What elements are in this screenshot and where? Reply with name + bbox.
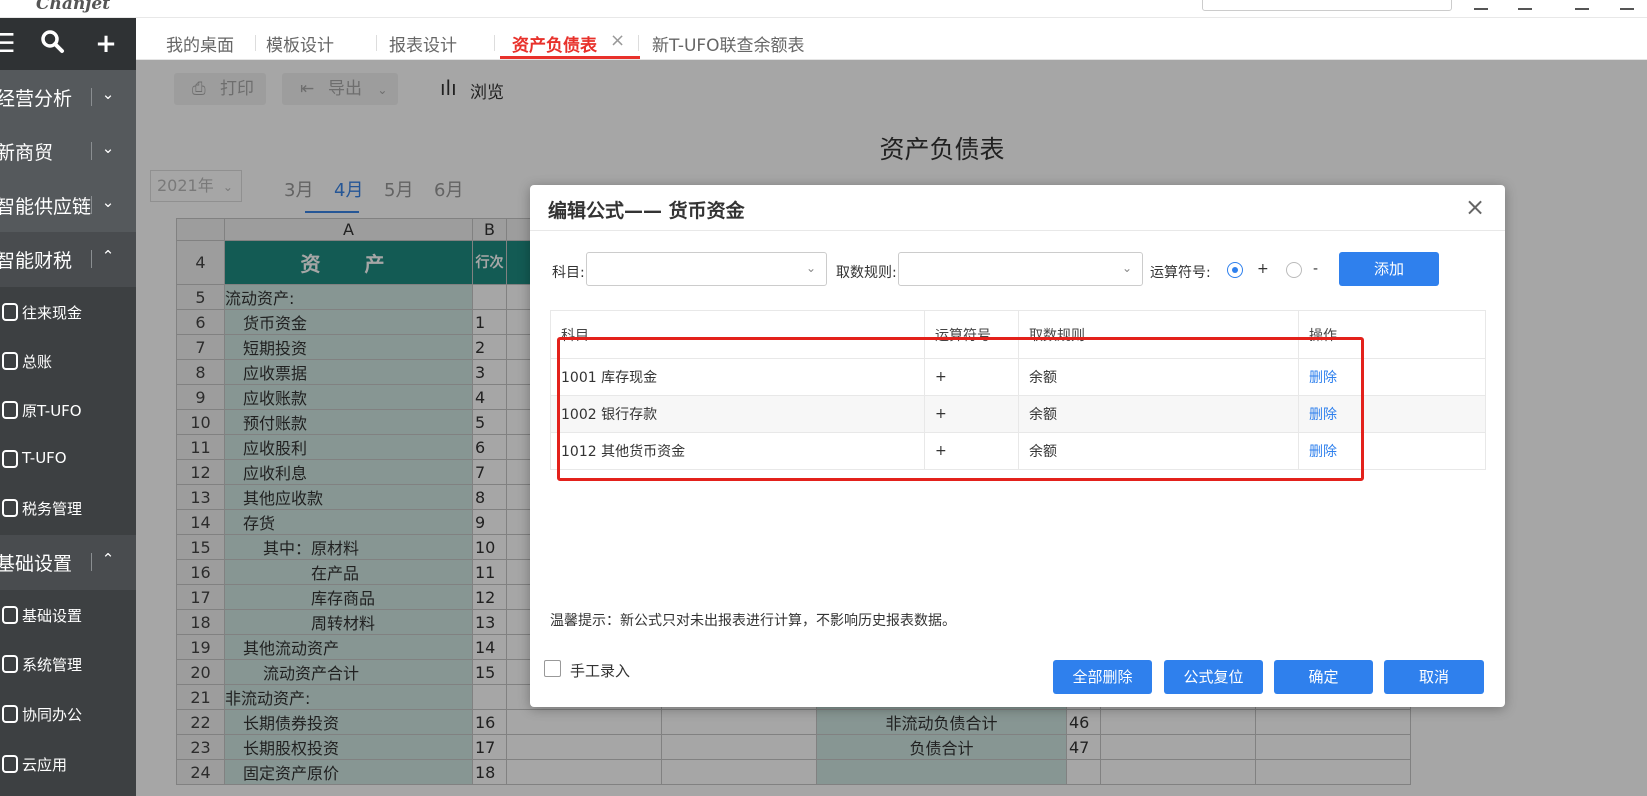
- separator: [255, 35, 256, 51]
- account-select[interactable]: ⌄: [586, 252, 827, 286]
- sidebar-item-system[interactable]: 系统管理: [0, 640, 136, 690]
- separator: [91, 196, 92, 214]
- global-search-input[interactable]: [1202, 0, 1452, 11]
- system-icon: [2, 655, 18, 673]
- account-label: 科目:: [552, 265, 585, 281]
- separator: [91, 142, 92, 160]
- reset-formula-button[interactable]: 公式复位: [1164, 660, 1263, 694]
- sidebar-item-tufo[interactable]: T-UFO: [0, 435, 136, 485]
- sidebar-item-ledger[interactable]: 总账: [0, 337, 136, 387]
- ok-button[interactable]: 确定: [1274, 660, 1373, 694]
- highlight-annotation-box: [557, 337, 1364, 481]
- sidebar-item-label: 协同办公: [22, 706, 83, 724]
- rule-label: 取数规则:: [836, 265, 897, 281]
- sidebar-group-supply-chain[interactable]: 智能供应链 ⌄: [0, 178, 136, 233]
- sidebar-group-basic-settings[interactable]: 基础设置 ⌃: [0, 535, 136, 590]
- tab-desktop[interactable]: 我的桌面: [166, 31, 234, 56]
- sidebar-item-basic-settings[interactable]: 基础设置: [0, 591, 136, 641]
- delete-all-button[interactable]: 全部删除: [1053, 660, 1152, 694]
- chevron-up-icon: ⌃: [101, 247, 115, 265]
- operator-plus-radio[interactable]: [1227, 262, 1243, 278]
- tab-tufo-balance[interactable]: 新T-UFO联查余额表: [652, 31, 805, 56]
- sidebar-item-label: 往来现金: [22, 304, 83, 322]
- operator-plus-label: +: [1257, 261, 1269, 277]
- separator: [91, 88, 92, 106]
- help-icon[interactable]: [1575, 0, 1589, 10]
- sidebar-item-tax[interactable]: 税务管理: [0, 484, 136, 534]
- sidebar-item-cloud[interactable]: 云应用: [0, 740, 136, 790]
- chevron-down-icon: ⌄: [101, 85, 115, 103]
- message-icon[interactable]: [1518, 0, 1532, 10]
- sidebar-group-label: 经营分析: [0, 88, 73, 110]
- separator: [376, 35, 377, 51]
- operator-minus-radio[interactable]: [1286, 262, 1302, 278]
- tab-balance-sheet[interactable]: 资产负债表: [512, 31, 597, 56]
- sidebar-group-business-analysis[interactable]: 经营分析 ⌄: [0, 70, 136, 125]
- chevron-up-icon: ⌃: [101, 550, 115, 568]
- sidebar-item-label: 税务管理: [22, 500, 83, 518]
- sidebar-item-cash[interactable]: 往来现金: [0, 288, 136, 338]
- search-icon[interactable]: [36, 28, 68, 60]
- brand-logo: Chanjet: [36, 0, 111, 14]
- office-icon: [2, 705, 18, 723]
- separator: [91, 553, 92, 571]
- manual-entry-label: 手工录入: [570, 662, 631, 680]
- sidebar-item-label: 总账: [22, 353, 53, 371]
- sidebar-group-label: 基础设置: [0, 553, 73, 575]
- operator-label: 运算符号:: [1150, 265, 1211, 281]
- sidebar-item-label: T-UFO: [22, 449, 67, 467]
- tab-close-icon[interactable]: ×: [610, 30, 625, 51]
- add-icon[interactable]: +: [90, 28, 122, 60]
- ledger-icon: [2, 352, 18, 370]
- dialog-header: 编辑公式—— 货币资金 ×: [530, 185, 1505, 231]
- chevron-down-icon: ⌄: [805, 261, 816, 275]
- separator: [494, 35, 495, 51]
- tab-bar: 我的桌面 模板设计 报表设计 资产负债表 × 新T-UFO联查余额表: [136, 18, 1647, 60]
- active-tab-indicator: [500, 56, 640, 59]
- close-icon[interactable]: ×: [1463, 193, 1487, 221]
- sidebar-item-label: 云应用: [22, 756, 68, 774]
- chevron-down-icon: ⌄: [1121, 261, 1132, 275]
- sidebar-group-finance-tax[interactable]: 智能财税 ⌃: [0, 232, 136, 287]
- menu-icon[interactable]: [1620, 0, 1634, 10]
- tax-icon: [2, 499, 18, 517]
- top-bar: Chanjet: [0, 0, 1647, 18]
- sidebar-item-label: 基础设置: [22, 607, 83, 625]
- separator: [638, 35, 639, 51]
- tab-report-design[interactable]: 报表设计: [389, 31, 457, 56]
- tip-text: 温馨提示：新公式只对未出报表进行计算，不影响历史报表数据。: [550, 613, 956, 629]
- table-icon: [2, 450, 18, 468]
- manual-entry-checkbox[interactable]: [544, 660, 561, 677]
- user-icon[interactable]: [1474, 0, 1488, 10]
- sidebar-tools: ☰ +: [0, 18, 136, 70]
- cancel-button[interactable]: 取消: [1384, 660, 1484, 694]
- sidebar-group-label: 智能财税: [0, 250, 73, 272]
- cloud-icon: [2, 755, 18, 773]
- sidebar: ☰ + 经营分析 ⌄ 新商贸 ⌄ 智能供应链 ⌄ 智能财税 ⌃ 往来现金 总账 …: [0, 18, 136, 796]
- edit-formula-dialog: 编辑公式—— 货币资金 × 科目: ⌄ 取数规则: ⌄ 运算符号: + - 添加…: [530, 185, 1505, 707]
- separator: [91, 250, 92, 268]
- chevron-down-icon: ⌄: [101, 193, 115, 211]
- rule-select[interactable]: ⌄: [898, 252, 1143, 286]
- sidebar-item-label: 系统管理: [22, 656, 83, 674]
- settings-icon: [2, 606, 18, 624]
- tab-template-design[interactable]: 模板设计: [266, 31, 334, 56]
- operator-minus-label: -: [1313, 261, 1319, 277]
- menu-toggle-icon[interactable]: ☰: [0, 28, 20, 60]
- dialog-title: 编辑公式—— 货币资金: [548, 200, 745, 222]
- chevron-down-icon: ⌄: [101, 139, 115, 157]
- sidebar-item-old-tufo[interactable]: 原T-UFO: [0, 386, 136, 436]
- sidebar-group-label: 智能供应链: [0, 196, 92, 218]
- ufo-icon: [2, 401, 18, 419]
- sidebar-group-label: 新商贸: [0, 142, 54, 164]
- sidebar-item-office[interactable]: 协同办公: [0, 690, 136, 740]
- sidebar-item-label: 原T-UFO: [22, 402, 82, 420]
- sidebar-group-new-trade[interactable]: 新商贸 ⌄: [0, 124, 136, 179]
- add-button[interactable]: 添加: [1339, 252, 1439, 286]
- cash-icon: [2, 303, 18, 321]
